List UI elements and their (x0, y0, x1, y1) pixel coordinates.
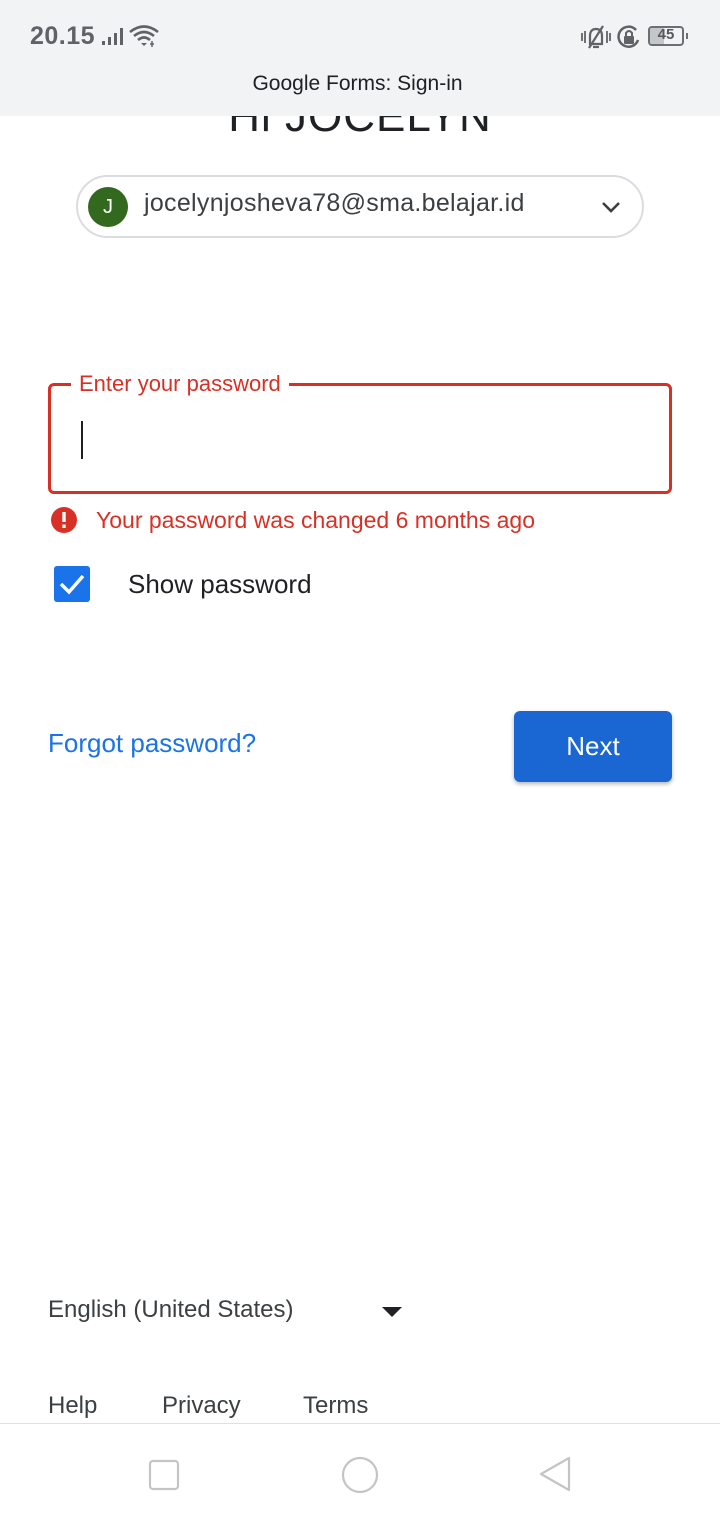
privacy-link[interactable]: Privacy (162, 1392, 241, 1420)
recent-apps-icon[interactable] (144, 1454, 184, 1494)
error-message: Your password was changed 6 months ago (96, 507, 535, 533)
status-bar: 20.15 45 (0, 0, 720, 70)
battery-level: 45 (657, 26, 675, 43)
terms-link[interactable]: Terms (303, 1392, 368, 1420)
forgot-password-link[interactable]: Forgot password? (48, 728, 256, 759)
battery-icon: 45 (648, 26, 690, 46)
signal-icon (102, 28, 123, 45)
avatar: J (88, 187, 128, 227)
vibrate-icon (581, 25, 611, 49)
text-caret (81, 421, 83, 459)
show-password-checkbox[interactable] (54, 566, 90, 602)
chevron-down-icon (602, 202, 620, 213)
language-selector[interactable]: English (United States) (48, 1296, 408, 1330)
wifi-icon (129, 25, 159, 47)
browser-title-bar: Google Forms: Sign-in (0, 70, 720, 116)
password-input[interactable] (79, 412, 649, 464)
error-icon (51, 507, 77, 533)
dropdown-arrow-icon (382, 1307, 402, 1317)
password-field[interactable]: Enter your password (48, 371, 672, 494)
account-chooser[interactable]: J jocelynjosheva78@sma.belajar.id (76, 175, 644, 238)
checkmark-icon (59, 574, 85, 595)
password-field-label: Enter your password (71, 371, 289, 397)
next-button[interactable]: Next (514, 711, 672, 782)
navigation-bar (0, 1423, 720, 1520)
page-title: Google Forms: Sign-in (252, 72, 463, 95)
show-password-toggle[interactable]: Show password (54, 566, 354, 602)
greeting-heading: Hi JOCELYN (228, 116, 492, 141)
show-password-label: Show password (128, 569, 312, 599)
help-link[interactable]: Help (48, 1392, 97, 1420)
home-icon[interactable] (340, 1454, 380, 1494)
account-email: jocelynjosheva78@sma.belajar.id (144, 189, 525, 217)
language-label: English (United States) (48, 1296, 294, 1323)
back-icon[interactable] (536, 1454, 576, 1494)
status-time: 20.15 (30, 22, 96, 50)
rotation-lock-icon (617, 25, 640, 48)
sign-in-content: Hi JOCELYN J jocelynjosheva78@sma.belaja… (0, 116, 720, 1423)
